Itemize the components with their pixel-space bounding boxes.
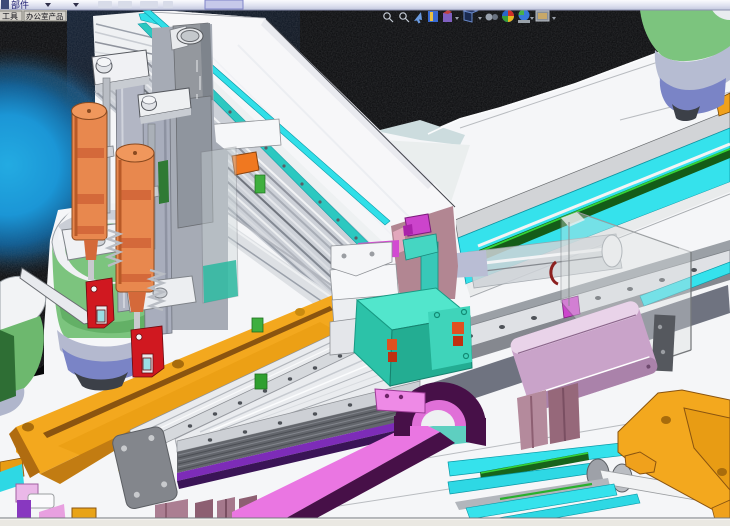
svg-text:部件: 部件 [11,0,29,10]
svg-text:工具: 工具 [2,12,18,21]
svg-text:办公室产品: 办公室产品 [26,11,64,21]
